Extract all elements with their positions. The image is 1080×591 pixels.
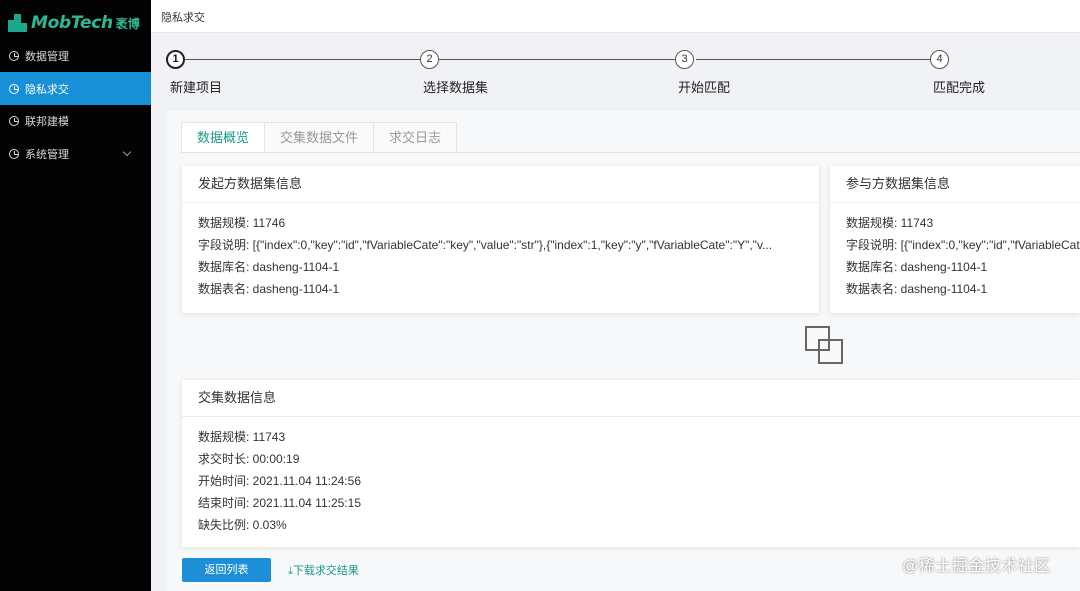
- participant-dataset-card: 参与方数据集信息 数据规模: 11743 字段说明: [{"index":0,"…: [830, 166, 1080, 313]
- card-title: 交集数据信息: [182, 380, 1080, 417]
- step-3-label: 开始匹配: [678, 80, 731, 95]
- sidebar: MobTech 袤博 数据管理 隐私求交 联邦建模 系统管理: [0, 0, 151, 591]
- step-3-circle: 3: [675, 50, 694, 69]
- sidebar-item-label: 数据管理: [25, 50, 69, 63]
- info-row: 数据库名: dasheng-1104-1: [198, 260, 340, 274]
- tab-divider: [181, 152, 1080, 153]
- step-connector: [439, 59, 684, 60]
- step-progress: 1 2 3 4 新建项目 选择数据集 开始匹配 匹配完成: [151, 34, 1080, 108]
- info-row: 数据规模: 11743: [198, 430, 286, 444]
- download-result-link[interactable]: ⤓下载求交结果: [288, 562, 359, 578]
- step-2-label: 选择数据集: [423, 80, 489, 95]
- page-title: 隐私求交: [161, 12, 205, 24]
- intersection-icon: [805, 326, 845, 366]
- info-row: 求交时长: 00:00:19: [198, 452, 300, 466]
- sidebar-item-label: 联邦建模: [25, 115, 69, 128]
- info-row: 数据表名: dasheng-1104-1: [198, 282, 340, 296]
- step-1-circle: 1: [166, 50, 185, 69]
- initiator-dataset-card: 发起方数据集信息 数据规模: 11746 字段说明: [{"index":0,"…: [182, 166, 819, 313]
- info-row: 数据表名: dasheng-1104-1: [846, 282, 988, 296]
- info-row: 字段说明: [{"index":0,"key":"id","fVariableC…: [198, 238, 773, 252]
- sidebar-item-federated-modeling[interactable]: 联邦建模: [0, 104, 151, 137]
- sidebar-item-psi[interactable]: 隐私求交: [0, 72, 151, 105]
- header: 隐私求交: [151, 0, 1080, 33]
- info-row: 数据库名: dasheng-1104-1: [846, 260, 988, 274]
- watermark: @稀土掘金技术社区: [902, 558, 1051, 575]
- info-row: 数据规模: 11743: [846, 216, 934, 230]
- logo-cn: 袤博: [115, 16, 140, 31]
- info-row: 开始时间: 2021.11.04 11:24:56: [198, 474, 361, 488]
- card-title: 参与方数据集信息: [830, 166, 1080, 203]
- clock-icon: [9, 115, 19, 126]
- intersection-info-card: 交集数据信息 数据规模: 11743 求交时长: 00:00:19 开始时间: …: [182, 380, 1080, 547]
- info-row: 缺失比例: 0.03%: [198, 518, 287, 532]
- step-2-circle: 2: [420, 50, 439, 69]
- info-row: 结束时间: 2021.11.04 11:25:15: [198, 496, 361, 510]
- tab-bar: 数据概览 交集数据文件 求交日志: [181, 122, 458, 153]
- sidebar-item-system-management[interactable]: 系统管理: [0, 137, 151, 170]
- tab-intersection-files[interactable]: 交集数据文件: [265, 122, 375, 153]
- step-connector: [696, 59, 938, 60]
- tab-data-overview[interactable]: 数据概览: [181, 122, 266, 153]
- step-1-label: 新建项目: [170, 80, 223, 95]
- sidebar-item-label: 隐私求交: [25, 83, 69, 96]
- clock-icon: [9, 50, 19, 61]
- sidebar-item-label: 系统管理: [25, 148, 69, 161]
- logo-text: MobTech: [31, 13, 113, 33]
- card-title: 发起方数据集信息: [182, 166, 819, 203]
- sidebar-item-data-management[interactable]: 数据管理: [0, 39, 151, 72]
- step-4-circle: 4: [930, 50, 949, 69]
- chevron-down-icon: [122, 147, 132, 157]
- logo-mark-icon: [8, 14, 28, 32]
- clock-icon: [9, 148, 19, 159]
- tab-psi-logs[interactable]: 求交日志: [374, 122, 458, 153]
- info-row: 字段说明: [{"index":0,"key":"id","fVariableC…: [846, 238, 1080, 252]
- back-to-list-button[interactable]: 返回列表: [182, 558, 271, 582]
- info-row: 数据规模: 11746: [198, 216, 286, 230]
- clock-icon: [9, 83, 19, 94]
- step-connector: [185, 59, 427, 60]
- step-4-label: 匹配完成: [933, 80, 986, 95]
